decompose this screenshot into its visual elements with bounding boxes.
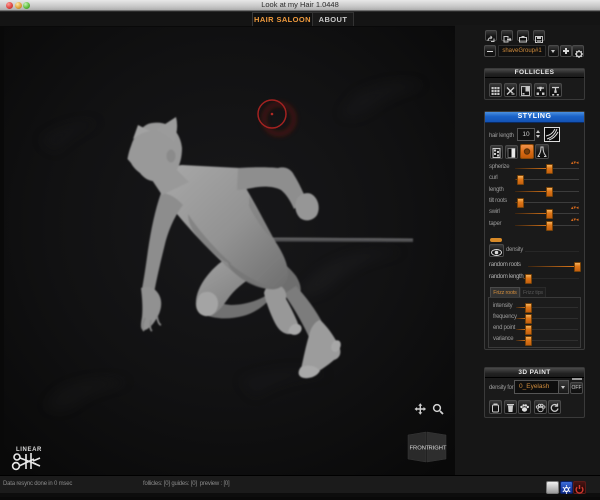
svg-text:FRONT: FRONT [410, 446, 430, 452]
svg-text:RIGHT: RIGHT [429, 446, 447, 452]
svg-text:LINEAR: LINEAR [16, 447, 42, 453]
